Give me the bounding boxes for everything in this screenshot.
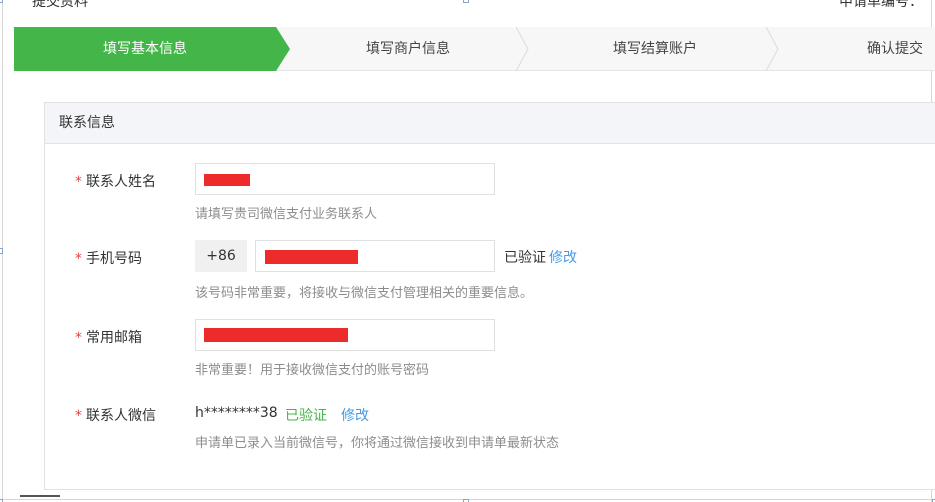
phone-modify-link[interactable]: 修改 xyxy=(549,247,577,267)
contact-name-label: * 联系人姓名 xyxy=(75,174,156,190)
email-hint: 非常重要！用于接收微信支付的账号密码 xyxy=(195,363,430,378)
page-title: 提交资料 xyxy=(32,0,88,10)
country-code-prefix: +86 xyxy=(195,240,247,272)
required-mark: * xyxy=(75,408,82,424)
required-mark: * xyxy=(75,251,82,267)
resize-handle-top[interactable] xyxy=(463,0,469,3)
page: 提交资料 申请单编号： 填写基本信息 填写商户信息 填写结算账户 确认提交 联系… xyxy=(0,0,935,502)
phone-hint: 该号码非常重要，将接收与微信支付管理相关的重要信息。 xyxy=(195,286,534,301)
wechat-verified-status: 已验证 xyxy=(285,408,327,424)
redacted-value xyxy=(204,328,348,342)
contact-name-hint: 请填写贵司微信支付业务联系人 xyxy=(195,207,378,222)
contact-name-input[interactable] xyxy=(195,163,495,195)
redacted-value xyxy=(204,174,250,186)
email-input[interactable] xyxy=(195,319,495,351)
required-mark: * xyxy=(75,330,82,346)
resize-handle-top-left[interactable] xyxy=(0,0,3,3)
step-active-arrow xyxy=(276,27,290,71)
step-merchant-info: 填写商户信息 xyxy=(366,41,450,57)
email-label: * 常用邮箱 xyxy=(75,330,142,346)
step-progress-bar: 填写基本信息 填写商户信息 填写结算账户 确认提交 xyxy=(14,27,935,71)
section-title: 联系信息 xyxy=(45,103,935,144)
phone-verified-status: 已验证 xyxy=(504,250,546,266)
required-mark: * xyxy=(75,174,82,190)
step-confirm-submit: 确认提交 xyxy=(867,41,923,57)
next-section-title-cutoff xyxy=(20,492,60,502)
phone-input[interactable] xyxy=(255,240,495,272)
contact-info-card: 联系信息 * 联系人姓名 请填写贵司微信支付业务联系人 * 手机号码 +86 已验证… xyxy=(44,102,935,490)
step-settlement-account: 填写结算账户 xyxy=(613,41,697,57)
step-separator-icon xyxy=(515,27,529,71)
step-separator-icon xyxy=(765,27,779,71)
step-basic-info: 填写基本信息 xyxy=(103,41,187,57)
redacted-value xyxy=(265,250,358,264)
wechat-label: * 联系人微信 xyxy=(75,408,156,424)
wechat-hint: 申请单已录入当前微信号，你将通过微信接收到申请单最新状态 xyxy=(195,436,560,451)
wechat-masked-id: h********38 xyxy=(195,405,278,421)
resize-handle-left[interactable] xyxy=(0,248,3,254)
phone-label: * 手机号码 xyxy=(75,251,142,267)
application-number-label: 申请单编号： xyxy=(839,0,923,10)
wechat-modify-link[interactable]: 修改 xyxy=(341,405,369,425)
